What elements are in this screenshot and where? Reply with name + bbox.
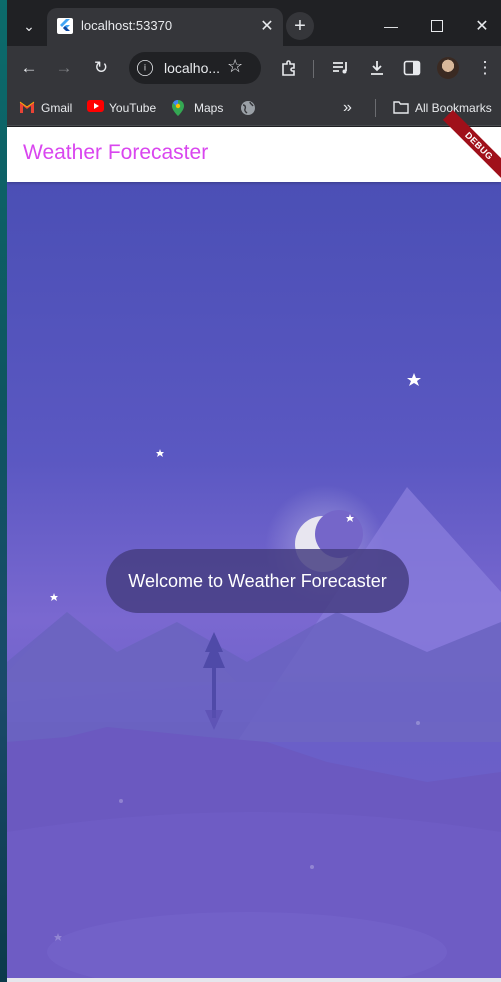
lake [7, 682, 501, 722]
tab-title: localhost:53370 [81, 18, 173, 33]
toolbar-divider [313, 60, 314, 78]
window-close-icon[interactable]: ✕ [466, 10, 498, 42]
app-bar: Weather Forecaster DEBUG [7, 109, 501, 183]
welcome-toast: Welcome to Weather Forecaster [106, 549, 409, 613]
star-icon [407, 373, 421, 386]
bookmarks-divider [375, 99, 376, 117]
star-icon [50, 593, 58, 601]
site-info-icon[interactable]: i [137, 60, 153, 76]
forward-arrow-icon[interactable]: → [50, 54, 78, 82]
bookmark-label: Maps [194, 101, 224, 115]
bookmark-gmail[interactable]: Gmail [19, 98, 72, 118]
reload-icon[interactable]: ↻ [87, 54, 115, 82]
menu-kebab-icon[interactable]: ⋮ [471, 54, 499, 82]
bookmark-youtube[interactable]: YouTube [87, 98, 156, 118]
bookmarks-overflow-chevron-icon[interactable]: » [343, 98, 352, 118]
address-bar[interactable]: i localho... ☆ [129, 52, 261, 84]
flutter-favicon-icon [57, 18, 73, 34]
window-bottom-edge [7, 978, 501, 982]
bookmarks-bar: Gmail YouTube Maps » All Bookmarks [7, 90, 501, 126]
browser-window: ⌄ localhost:53370 ✕ + — ✕ ← → ↻ i localh… [7, 0, 501, 982]
all-bookmarks-button[interactable]: All Bookmarks [393, 98, 492, 118]
new-tab-button[interactable]: + [286, 12, 314, 40]
maps-icon [172, 100, 188, 116]
bookmark-star-icon[interactable]: ☆ [227, 56, 243, 77]
tab-close-icon[interactable]: ✕ [257, 16, 277, 36]
desktop-background [0, 0, 7, 982]
bookmark-label: YouTube [109, 101, 157, 115]
extensions-puzzle-icon[interactable] [275, 54, 303, 82]
gmail-icon [19, 100, 35, 116]
side-panel-icon[interactable] [398, 54, 426, 82]
globe-icon [240, 100, 256, 116]
tab-search-chevron-icon[interactable]: ⌄ [15, 12, 43, 40]
bookmark-label: Gmail [41, 101, 73, 115]
youtube-icon [87, 100, 104, 116]
download-icon[interactable] [363, 54, 391, 82]
address-text: localho... [164, 60, 221, 76]
app-title: Weather Forecaster [23, 141, 209, 164]
star-icon [156, 449, 164, 457]
night-sky-illustration: Welcome to Weather Forecaster [7, 182, 501, 978]
maximize-icon[interactable] [421, 10, 453, 42]
bookmark-maps[interactable]: Maps [172, 98, 223, 118]
browser-tab[interactable]: localhost:53370 ✕ [47, 8, 283, 46]
profile-avatar[interactable] [437, 57, 459, 79]
folder-icon [393, 100, 409, 116]
minimize-icon[interactable]: — [375, 10, 407, 42]
bookmark-globe[interactable] [240, 98, 262, 118]
browser-toolbar: ← → ↻ i localho... ☆ ⋮ [7, 46, 501, 90]
back-arrow-icon[interactable]: ← [15, 54, 43, 82]
tab-strip: ⌄ localhost:53370 ✕ + — ✕ [7, 0, 501, 52]
media-queue-icon[interactable] [327, 54, 355, 82]
